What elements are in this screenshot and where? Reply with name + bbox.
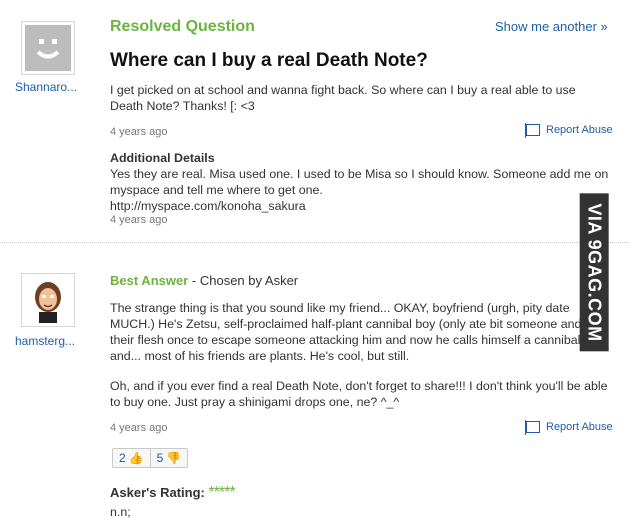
chosen-by-label: - Chosen by Asker: [191, 273, 299, 288]
best-answer-header: Best Answer - Chosen by Asker: [110, 273, 298, 288]
report-abuse-answer-link[interactable]: Report Abuse: [525, 420, 613, 435]
asker-username[interactable]: Shannaro...: [15, 80, 77, 94]
question-body: I get picked on at school and wanna figh…: [110, 83, 576, 113]
resolved-question-label: Resolved Question: [110, 18, 255, 35]
thumbs-down-count: 5: [156, 451, 164, 465]
flag-icon: [525, 123, 540, 138]
report-abuse-label: Report Abuse: [546, 124, 613, 136]
answerer-avatar[interactable]: [21, 273, 75, 327]
additional-details-title: Additional Details: [110, 151, 215, 165]
watermark: VIA 9GAG.COM: [579, 193, 609, 352]
thumbs-up-icon: 👍: [128, 451, 144, 465]
report-abuse-answer-label: Report Abuse: [546, 421, 613, 433]
thumbs-down-button[interactable]: 5 👎: [149, 449, 188, 467]
thumbs-down-icon: 👎: [166, 451, 182, 465]
cartoon-avatar-icon: [25, 277, 71, 323]
answer-time: 4 years ago: [110, 422, 168, 434]
thumbs-up-count: 2: [119, 451, 126, 465]
question-title: Where can I buy a real Death Note?: [110, 50, 428, 71]
vote-box: 2 👍 5 👎: [112, 448, 189, 468]
additional-details-time: 4 years ago: [110, 214, 168, 226]
asker-avatar[interactable]: [21, 21, 75, 75]
question-time: 4 years ago: [110, 126, 168, 138]
best-answer-label: Best Answer: [110, 273, 189, 288]
thumbs-up-button[interactable]: 2 👍: [113, 449, 150, 467]
asker-rating-label: Asker's Rating:: [110, 485, 205, 500]
default-avatar-icon: [25, 25, 71, 71]
asker-rating: Asker's Rating: ***** n.n;: [110, 484, 236, 520]
answer-paragraph-1: The strange thing is that you sound like…: [110, 301, 603, 363]
report-abuse-link[interactable]: Report Abuse: [525, 123, 613, 138]
show-another-link[interactable]: Show me another »: [495, 19, 608, 34]
section-divider: [0, 242, 629, 243]
additional-details-link[interactable]: http://myspace.com/konoha_sakura: [110, 198, 610, 214]
rating-stars: *****: [208, 484, 235, 501]
flag-icon: [525, 420, 540, 435]
additional-details: Additional Details Yes they are real. Mi…: [110, 150, 610, 226]
additional-details-body: Yes they are real. Misa used one. I used…: [110, 167, 609, 197]
answerer-username[interactable]: hamsterg...: [15, 334, 75, 348]
rating-comment: n.n;: [110, 505, 131, 519]
answer-paragraph-2: Oh, and if you ever find a real Death No…: [110, 379, 608, 409]
